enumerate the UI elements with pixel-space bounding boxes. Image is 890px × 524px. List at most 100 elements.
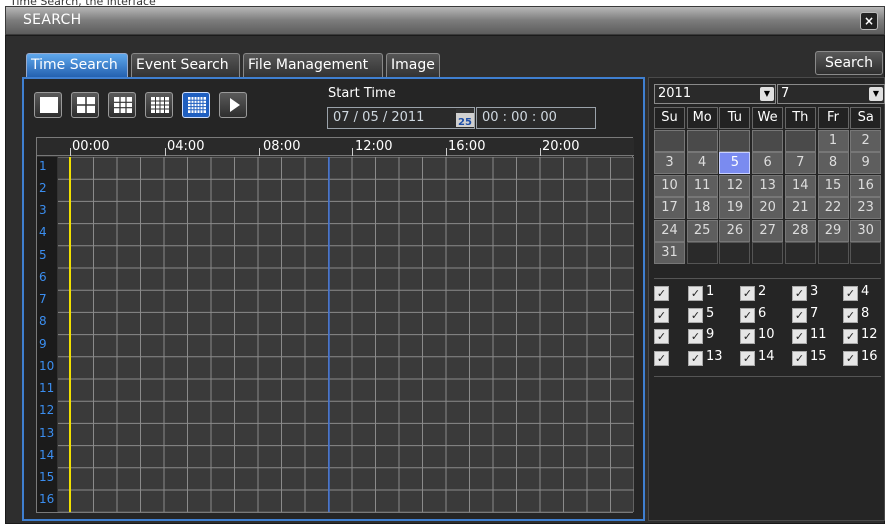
calendar-day[interactable]: 16	[850, 174, 882, 197]
tab-file-management[interactable]: File Management	[243, 53, 383, 77]
calendar-day[interactable]: 20	[752, 197, 784, 219]
calendar-day[interactable]: 4	[686, 152, 718, 174]
calendar-day[interactable]: 7	[784, 152, 816, 174]
calendar-day[interactable]: 8	[817, 152, 849, 174]
calendar-day[interactable]: 13	[752, 174, 784, 197]
search-body: Time Search Event Search File Management…	[5, 35, 885, 524]
row-select-all-checkbox[interactable]: ✓	[654, 326, 672, 344]
check-icon: ✓	[792, 308, 807, 323]
calendar-day[interactable]: 14	[784, 174, 816, 197]
calendar-day[interactable]: 23	[850, 197, 882, 219]
check-icon: ✓	[688, 329, 703, 344]
weekday-header: Sa	[850, 107, 882, 129]
calendar-day[interactable]: 17	[654, 197, 685, 219]
calendar-day[interactable]: 19	[719, 197, 751, 219]
calendar-day[interactable]: 29	[817, 219, 849, 242]
calendar-empty-cell	[784, 129, 816, 152]
calendar-day[interactable]: 3	[654, 152, 685, 174]
channel-checkbox[interactable]: ✓ 7	[792, 305, 818, 323]
time-search-panel: Start Time 07 / 05 / 2011 25 00 : 00 : 0…	[22, 77, 645, 521]
close-button[interactable]: ×	[860, 12, 878, 30]
divider	[654, 278, 881, 279]
calendar-empty-cell	[850, 242, 882, 264]
single-window-icon	[40, 97, 58, 113]
9-split-view-button[interactable]	[108, 92, 136, 118]
tab-time-search[interactable]: Time Search	[26, 53, 128, 77]
channel-checkbox[interactable]: ✓ 10	[740, 326, 775, 344]
play-button[interactable]	[219, 92, 247, 118]
channel-checkbox[interactable]: ✓ 13	[688, 348, 723, 366]
calendar-day[interactable]: 10	[654, 174, 685, 197]
calendar-day[interactable]: 21	[784, 197, 816, 219]
calendar-panel: 2011 ▼ 7 ▼ Su Mo Tu We Th Fr Sa 1 2 3 4 5 6 7 8 9 10 11 12…	[648, 77, 885, 521]
calendar-day[interactable]: 30	[850, 219, 882, 242]
channel-checkbox[interactable]: ✓ 6	[740, 305, 766, 323]
channel-checkbox[interactable]: ✓ 1	[688, 283, 714, 301]
channel-checkbox[interactable]: ✓ 12	[843, 326, 878, 344]
tab-label: Time Search	[31, 57, 118, 73]
start-time-field[interactable]: 00 : 00 : 00	[476, 107, 596, 129]
start-date-field[interactable]: 07 / 05 / 2011 25	[327, 107, 475, 129]
channel-checkbox[interactable]: ✓ 9	[688, 326, 714, 344]
channel-checkbox[interactable]: ✓ 14	[740, 348, 775, 366]
4-split-view-button[interactable]	[71, 92, 99, 118]
month-select[interactable]: 7 ▼	[777, 84, 885, 104]
calendar-day[interactable]: 24	[654, 219, 685, 242]
calendar-empty-cell	[686, 129, 718, 152]
channel-checkbox[interactable]: ✓ 11	[792, 326, 827, 344]
title-bar: SEARCH ×	[5, 6, 885, 35]
channel-checkbox-label: 5	[706, 306, 715, 321]
year-select[interactable]: 2011 ▼	[654, 84, 776, 104]
timeline-tick	[446, 148, 447, 156]
calendar-day[interactable]: 27	[752, 219, 784, 242]
timeline-grid[interactable]: 00:00 04:00 08:00 12:00 16:00 20:00 1 2	[36, 137, 634, 513]
tab-event-search[interactable]: Event Search	[131, 53, 240, 77]
channel-checkbox[interactable]: ✓ 5	[688, 305, 714, 323]
calendar-icon[interactable]: 25	[456, 109, 474, 128]
grid-3x3-icon	[114, 97, 132, 113]
channel-checkbox[interactable]: ✓ 3	[792, 283, 818, 301]
calendar-day[interactable]: 25	[686, 219, 718, 242]
check-icon: ✓	[654, 329, 669, 344]
timeline-tick	[540, 148, 541, 156]
calendar-day[interactable]: 6	[752, 152, 784, 174]
year-value: 2011	[658, 86, 692, 101]
timeline-label: 16:00	[448, 139, 486, 154]
calendar-day[interactable]: 26	[719, 219, 751, 242]
calendar-day[interactable]: 18	[686, 197, 718, 219]
calendar-day[interactable]: 15	[817, 174, 849, 197]
timeline-label: 20:00	[542, 139, 580, 154]
weekday-header: Mo	[686, 107, 718, 129]
tab-image[interactable]: Image	[386, 53, 440, 77]
grid-4x4-icon	[151, 97, 169, 113]
calendar-day[interactable]: 1	[817, 129, 849, 152]
calendar-day[interactable]: 28	[784, 219, 816, 242]
channel-checkbox[interactable]: ✓ 15	[792, 348, 827, 366]
timeline-cells[interactable]	[37, 157, 634, 512]
channel-checkbox[interactable]: ✓ 16	[843, 348, 878, 366]
channel-checkbox-label: 9	[706, 327, 715, 342]
row-select-all-checkbox[interactable]: ✓	[654, 348, 672, 366]
check-icon: ✓	[688, 351, 703, 366]
calendar-day[interactable]: 22	[817, 197, 849, 219]
channel-checkbox[interactable]: ✓ 4	[843, 283, 869, 301]
calendar-day[interactable]: 11	[686, 174, 718, 197]
calendar-day[interactable]: 5	[719, 152, 751, 174]
channel-checkbox[interactable]: ✓ 8	[843, 305, 869, 323]
channel-checkbox[interactable]: ✓ 2	[740, 283, 766, 301]
play-icon	[230, 98, 240, 112]
chevron-down-icon: ▼	[760, 87, 774, 101]
check-icon: ✓	[688, 286, 703, 301]
calendar-day[interactable]: 9	[850, 152, 882, 174]
calendar-empty-cell	[654, 129, 685, 152]
1-split-view-button[interactable]	[34, 92, 62, 118]
calendar-day[interactable]: 2	[850, 129, 882, 152]
row-select-all-checkbox[interactable]: ✓	[654, 305, 672, 323]
multi-split-view-button[interactable]	[182, 92, 210, 118]
check-icon: ✓	[740, 329, 755, 344]
calendar-day[interactable]: 31	[654, 242, 685, 264]
16-split-view-button[interactable]	[145, 92, 173, 118]
search-button[interactable]: Search	[815, 51, 883, 75]
calendar-day[interactable]: 12	[719, 174, 751, 197]
row-select-all-checkbox[interactable]: ✓	[654, 283, 672, 301]
